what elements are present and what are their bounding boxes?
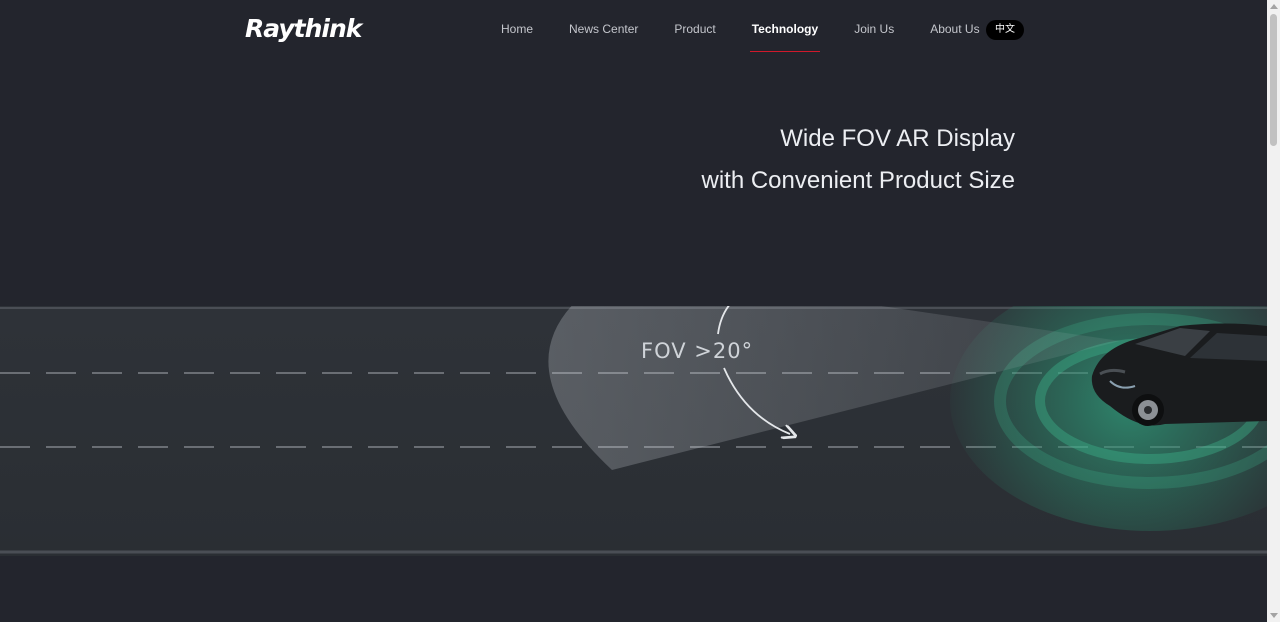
- nav-product[interactable]: Product: [656, 0, 733, 58]
- road-illustration: FOV >20°: [0, 306, 1267, 556]
- scroll-down-icon[interactable]: [1270, 613, 1278, 618]
- page: Raythink Home News Center Product Techno…: [0, 0, 1267, 622]
- hero-line-1: Wide FOV AR Display: [780, 125, 1015, 152]
- nav-news-center[interactable]: News Center: [551, 0, 656, 58]
- nav-join-us[interactable]: Join Us: [836, 0, 912, 58]
- scroll-up-icon[interactable]: [1270, 4, 1278, 9]
- scrollbar[interactable]: [1267, 0, 1280, 622]
- scroll-thumb[interactable]: [1270, 14, 1277, 146]
- site-header: Raythink Home News Center Product Techno…: [0, 0, 1267, 58]
- nav-technology[interactable]: Technology: [734, 0, 836, 58]
- hero-heading: Wide FOV AR Display with Convenient Prod…: [702, 118, 1016, 202]
- fov-label: FOV >20°: [641, 339, 753, 363]
- nav-about-us[interactable]: About Us: [912, 0, 997, 58]
- raythink-logo[interactable]: Raythink: [245, 14, 362, 43]
- language-switch-button[interactable]: 中文: [986, 20, 1024, 40]
- nav-home[interactable]: Home: [483, 0, 551, 58]
- hero-line-2: with Convenient Product Size: [701, 167, 1016, 194]
- main-nav: Home News Center Product Technology Join…: [483, 0, 998, 58]
